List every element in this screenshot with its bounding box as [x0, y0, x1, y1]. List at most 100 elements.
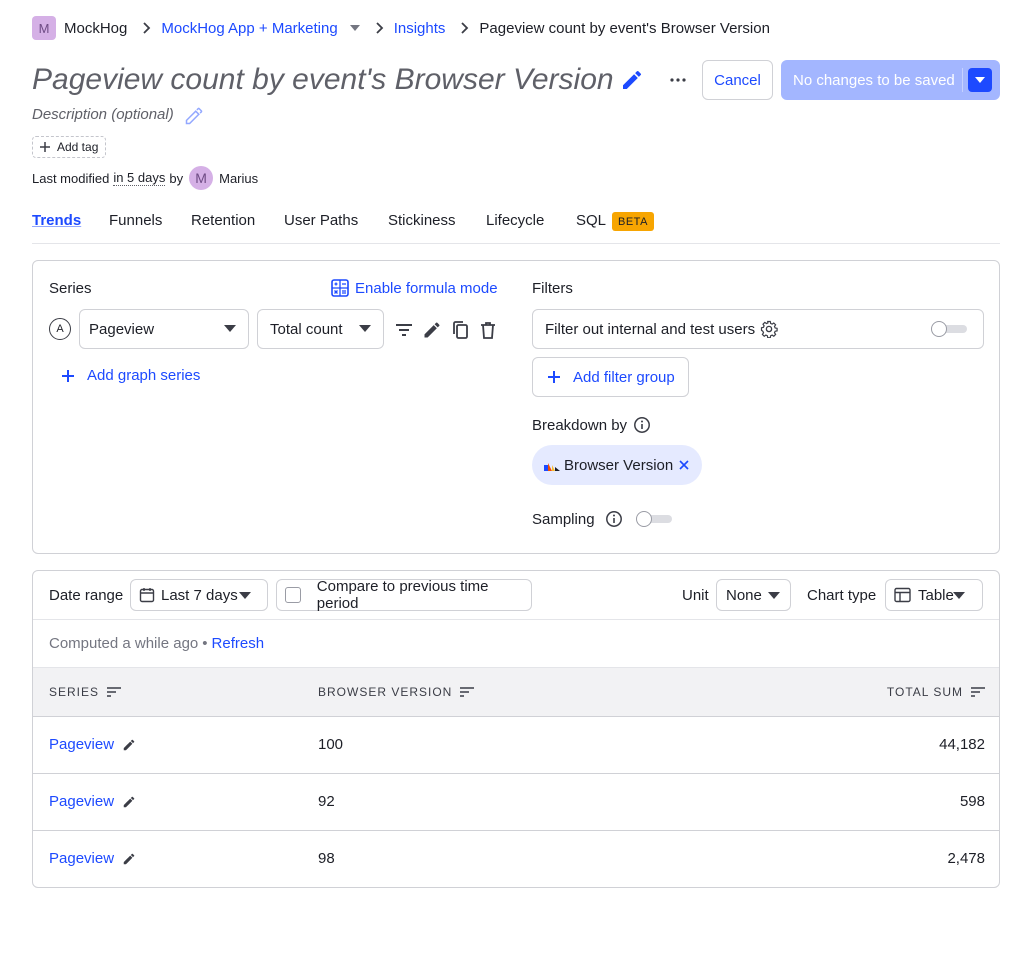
last-modified-time: in 5 days	[113, 170, 166, 186]
table-row: Pageview 100 44,182	[33, 717, 999, 774]
total-sum-cell: 2,478	[947, 850, 985, 867]
chevron-right-icon	[374, 22, 384, 34]
compare-checkbox[interactable]	[285, 587, 301, 603]
chart-type-select[interactable]: Table	[885, 579, 983, 611]
tab-trends[interactable]: Trends	[32, 212, 81, 229]
tab-retention[interactable]: Retention	[191, 212, 255, 229]
pencil-icon[interactable]	[422, 320, 442, 340]
chevron-down-icon	[359, 325, 371, 332]
status-bullet: •	[202, 635, 208, 652]
enable-formula-button[interactable]: Enable formula mode	[331, 279, 498, 297]
sampling-toggle[interactable]	[636, 511, 672, 527]
chart-type-value: Table	[918, 586, 954, 604]
internal-users-toggle[interactable]	[931, 321, 967, 337]
last-modified-by: by	[169, 170, 184, 186]
cancel-button[interactable]: Cancel	[702, 60, 773, 100]
info-icon[interactable]	[605, 510, 623, 528]
plus-icon	[39, 141, 51, 153]
filter-icon[interactable]	[394, 320, 414, 340]
sort-icon	[460, 687, 475, 697]
plus-icon	[547, 370, 561, 384]
chevron-down-icon[interactable]	[349, 25, 360, 31]
chart-type-label: Chart type	[807, 587, 877, 604]
save-button[interactable]: No changes to be saved	[781, 60, 1000, 100]
tab-sql[interactable]: SQL	[576, 212, 606, 229]
chevron-down-icon	[953, 592, 965, 599]
sampling-heading-label: Sampling	[532, 510, 595, 528]
unit-select[interactable]: None	[716, 579, 791, 611]
refresh-button[interactable]: Refresh	[212, 635, 265, 652]
breadcrumb-current: Pageview count by event's Browser Versio…	[479, 19, 770, 37]
internal-users-filter-label: Filter out internal and test users	[545, 320, 756, 338]
add-filter-group-label: Add filter group	[573, 368, 675, 386]
pencil-icon[interactable]	[620, 68, 644, 92]
math-select-value: Total count	[270, 320, 343, 338]
org-avatar[interactable]: M	[32, 16, 56, 40]
calendar-icon	[139, 587, 155, 603]
breadcrumb-insights[interactable]: Insights	[394, 20, 446, 37]
copy-icon[interactable]	[450, 320, 470, 340]
info-icon[interactable]	[633, 416, 651, 434]
column-header-browser-version[interactable]: BROWSER VERSION	[318, 685, 475, 699]
add-tag-label: Add tag	[57, 140, 99, 154]
add-graph-series-label: Add graph series	[87, 367, 201, 384]
tab-lifecycle[interactable]: Lifecycle	[486, 212, 544, 229]
insight-title[interactable]: Pageview count by event's Browser Versio…	[32, 60, 614, 100]
table-header: SERIES BROWSER VERSION TOTAL SUM	[33, 667, 999, 717]
date-range-select[interactable]: Last 7 days	[130, 579, 268, 611]
pencil-icon[interactable]	[184, 106, 204, 126]
unit-value: None	[726, 586, 762, 604]
breakdown-pill[interactable]: Browser Version	[532, 445, 702, 485]
query-panel: Series Enable formula mode A Pageview To…	[32, 260, 1000, 554]
breakdown-heading: Breakdown by	[532, 416, 651, 434]
tab-stickiness[interactable]: Stickiness	[388, 212, 456, 229]
pencil-icon[interactable]	[122, 795, 136, 809]
pencil-icon[interactable]	[122, 738, 136, 752]
series-link[interactable]: Pageview	[49, 793, 114, 810]
unit-label: Unit	[682, 587, 709, 604]
internal-users-filter[interactable]: Filter out internal and test users	[532, 309, 984, 349]
breadcrumb: M MockHog MockHog App + Marketing Insigh…	[32, 16, 770, 40]
tab-funnels[interactable]: Funnels	[109, 212, 162, 229]
add-tag-button[interactable]: Add tag	[32, 136, 107, 158]
plus-icon	[61, 369, 75, 383]
breadcrumb-project[interactable]: MockHog App + Marketing	[161, 20, 337, 37]
more-icon[interactable]	[664, 68, 692, 92]
compare-toggle[interactable]: Compare to previous time period	[276, 578, 532, 612]
column-header-total-sum[interactable]: TOTAL SUM	[887, 685, 985, 699]
row-series-cell: Pageview	[49, 850, 136, 867]
add-graph-series-button[interactable]: Add graph series	[61, 367, 200, 384]
chevron-down-icon	[239, 592, 251, 599]
sort-icon	[971, 687, 985, 697]
gear-icon[interactable]	[760, 320, 778, 338]
last-modified: Last modified in 5 days by M Marius	[32, 166, 258, 190]
math-select[interactable]: Total count	[257, 309, 384, 349]
browser-version-cell: 98	[318, 850, 335, 867]
row-series-cell: Pageview	[49, 736, 136, 753]
tab-user-paths[interactable]: User Paths	[284, 212, 358, 229]
results-panel: Date range Last 7 days Compare to previo…	[32, 570, 1000, 888]
column-header-label: SERIES	[49, 685, 100, 699]
column-header-series[interactable]: SERIES	[49, 685, 122, 699]
event-select[interactable]: Pageview	[79, 309, 249, 349]
series-letter-badge: A	[49, 318, 71, 340]
breadcrumb-org[interactable]: MockHog	[64, 20, 127, 37]
chevron-down-icon[interactable]	[968, 68, 992, 92]
close-icon[interactable]	[679, 460, 689, 470]
chevron-right-icon	[459, 22, 469, 34]
insight-tabs: Trends Funnels Retention User Paths Stic…	[32, 208, 1000, 244]
pencil-icon[interactable]	[122, 852, 136, 866]
calculator-icon	[331, 279, 349, 297]
save-divider	[962, 68, 963, 92]
series-link[interactable]: Pageview	[49, 850, 114, 867]
last-modified-prefix: Last modified	[32, 170, 110, 186]
series-link[interactable]: Pageview	[49, 736, 114, 753]
trash-icon[interactable]	[478, 320, 498, 340]
description-field[interactable]: Description (optional)	[32, 106, 174, 123]
avatar: M	[189, 166, 214, 190]
table-icon	[894, 587, 911, 603]
add-filter-group-button[interactable]: Add filter group	[532, 357, 689, 397]
insight-page: M MockHog MockHog App + Marketing Insigh…	[0, 0, 1032, 968]
chevron-right-icon	[141, 22, 151, 34]
date-range-value: Last 7 days	[161, 586, 238, 604]
